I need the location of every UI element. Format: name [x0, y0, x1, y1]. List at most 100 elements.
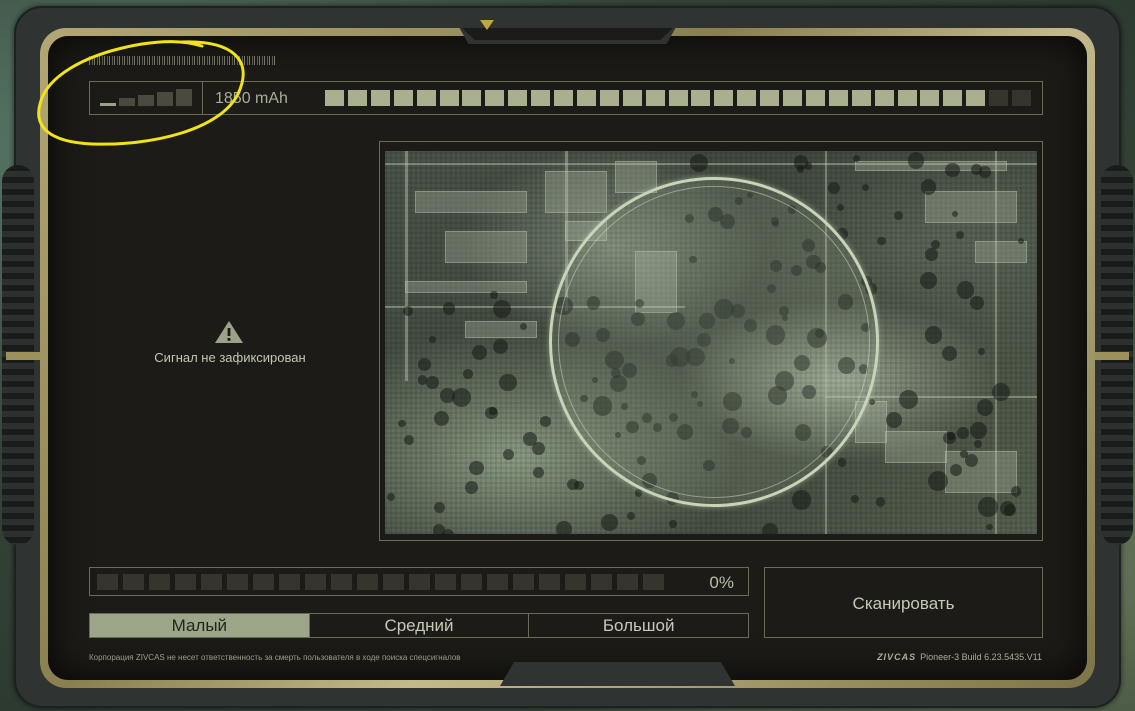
map-tree	[991, 382, 1011, 402]
tab-medium[interactable]: Средний	[308, 614, 529, 637]
map-tree	[837, 204, 845, 212]
tab-large[interactable]: Большой	[528, 614, 748, 637]
left-side-tab	[6, 352, 40, 360]
battery-cell	[714, 90, 734, 106]
map-tree	[433, 524, 446, 534]
map-tree	[626, 512, 635, 521]
signal-strength-indicator	[90, 82, 203, 114]
progress-cell	[461, 574, 482, 590]
battery-capacity: 1850 mAh	[215, 90, 288, 107]
scan-size-selector: Малый Средний Большой	[89, 613, 749, 638]
map-tree	[689, 154, 708, 173]
scan-button[interactable]: Сканировать	[764, 567, 1043, 638]
battery-cell	[783, 90, 802, 106]
scan-radius-circle	[549, 177, 879, 507]
map-tree	[522, 431, 537, 446]
map-tree	[956, 281, 975, 299]
map-tree	[490, 291, 499, 300]
scan-progress-value: 0%	[709, 573, 734, 592]
map-tree	[969, 295, 984, 310]
battery-cell	[325, 90, 344, 106]
progress-cell	[305, 574, 326, 590]
map-tree	[418, 358, 432, 371]
map-tree	[1017, 238, 1024, 245]
map-tree	[555, 520, 572, 534]
map-tree	[452, 388, 471, 407]
map-tree	[434, 502, 446, 514]
build-version: Pioneer-3 Build 6.23.5435.V11	[920, 652, 1042, 662]
battery-cell	[874, 90, 894, 106]
signal-bar	[138, 95, 154, 106]
map-tree	[973, 439, 983, 448]
bottom-notch	[500, 662, 735, 686]
map-tree	[469, 461, 484, 476]
map-tree	[1010, 486, 1022, 498]
battery-cell	[760, 90, 780, 106]
progress-cell	[357, 574, 378, 590]
map-building	[975, 241, 1027, 263]
progress-cell	[487, 574, 508, 590]
map-tree	[955, 231, 964, 240]
map-tree	[927, 471, 948, 492]
battery-cell	[691, 90, 711, 106]
map-tree	[386, 492, 396, 502]
map-tree	[978, 497, 998, 518]
battery-cell	[920, 90, 940, 106]
battery-cell	[576, 90, 596, 106]
map-building	[445, 231, 527, 263]
progress-cell	[409, 574, 430, 590]
progress-cell	[643, 574, 664, 590]
battery-cell	[828, 90, 848, 106]
map-tree	[970, 421, 988, 439]
signal-bar	[100, 103, 116, 106]
battery-cell	[508, 90, 528, 106]
map-tree	[976, 398, 994, 416]
map-tree	[885, 411, 903, 429]
progress-cell	[383, 574, 404, 590]
map-tree	[898, 389, 918, 410]
map-tree	[417, 375, 428, 385]
warning-icon	[215, 321, 243, 343]
signal-bar	[176, 89, 192, 106]
battery-cell	[531, 90, 551, 106]
tab-small[interactable]: Малый	[90, 614, 309, 637]
map-road	[385, 163, 1037, 165]
map-tree	[943, 431, 956, 445]
progress-cell	[123, 574, 144, 590]
map-tree	[601, 514, 618, 531]
map-tree	[761, 522, 778, 534]
map-building	[545, 171, 607, 213]
battery-cell	[393, 90, 413, 106]
map-tree	[492, 299, 511, 318]
map-tree	[403, 435, 415, 446]
map-tree	[965, 453, 979, 467]
map-tree	[465, 481, 478, 494]
progress-cell	[201, 574, 222, 590]
brand-logo: ZIVCAS	[877, 652, 917, 662]
map-tree	[492, 339, 509, 355]
map-tree	[402, 305, 414, 317]
battery-cell	[622, 90, 642, 106]
progress-cell	[253, 574, 274, 590]
map-tree	[970, 164, 982, 175]
battery-cell	[416, 90, 436, 106]
map-tree	[827, 182, 840, 195]
map-tree	[986, 523, 993, 531]
scan-radius-inner-ring	[558, 186, 870, 498]
map-tree	[920, 179, 936, 195]
progress-cell	[565, 574, 586, 590]
satellite-map[interactable]	[385, 151, 1037, 534]
map-tree	[877, 236, 886, 246]
map-tree	[485, 406, 498, 420]
map-tree	[977, 348, 985, 356]
battery-cell	[943, 90, 963, 106]
progress-cell	[227, 574, 248, 590]
battery-cell	[897, 90, 917, 106]
map-tree	[793, 155, 809, 170]
progress-cell	[175, 574, 196, 590]
progress-cell	[279, 574, 300, 590]
signal-bar	[119, 98, 135, 106]
map-tree	[442, 302, 456, 315]
progress-cell	[97, 574, 118, 590]
map-tree	[851, 495, 859, 504]
